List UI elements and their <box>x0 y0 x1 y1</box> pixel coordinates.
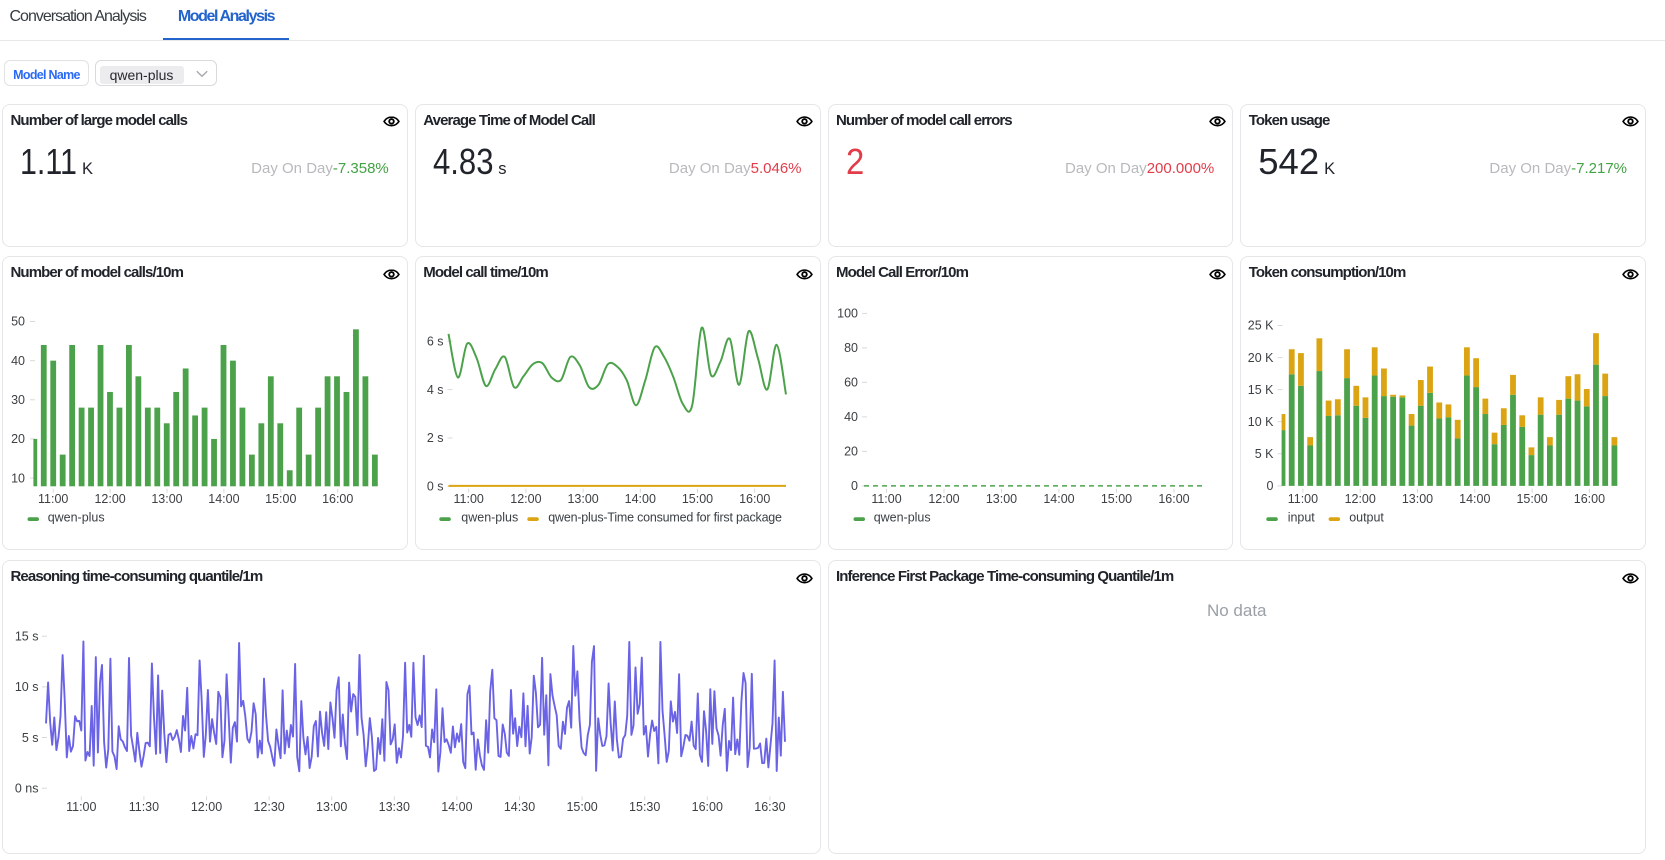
svg-text:15 K: 15 K <box>1248 383 1274 397</box>
svg-text:12:00: 12:00 <box>928 492 959 506</box>
svg-text:16:00: 16:00 <box>1574 492 1605 506</box>
svg-text:5 s: 5 s <box>22 731 39 745</box>
svg-text:0: 0 <box>1267 479 1274 493</box>
svg-text:12:00: 12:00 <box>94 492 125 506</box>
svg-text:11:30: 11:30 <box>129 800 159 814</box>
svg-text:qwen-plus-Time consumed for fi: qwen-plus-Time consumed for first packag… <box>548 511 782 525</box>
svg-text:15:30: 15:30 <box>629 800 660 814</box>
svg-text:14:00: 14:00 <box>1459 492 1490 506</box>
svg-text:13:00: 13:00 <box>1402 492 1433 506</box>
svg-text:12:00: 12:00 <box>191 800 222 814</box>
svg-text:16:00: 16:00 <box>1158 492 1189 506</box>
svg-text:13:30: 13:30 <box>379 800 410 814</box>
svg-text:50: 50 <box>11 315 25 329</box>
svg-text:qwen-plus: qwen-plus <box>461 511 518 525</box>
svg-text:2 s: 2 s <box>427 431 444 445</box>
svg-text:6 s: 6 s <box>427 335 444 349</box>
svg-text:14:30: 14:30 <box>504 800 535 814</box>
svg-text:40: 40 <box>844 410 858 424</box>
svg-text:20: 20 <box>844 445 858 459</box>
svg-text:15:00: 15:00 <box>1100 492 1131 506</box>
svg-text:12:30: 12:30 <box>253 800 284 814</box>
svg-text:16:00: 16:00 <box>322 492 353 506</box>
svg-text:14:00: 14:00 <box>208 492 239 506</box>
svg-text:qwen-plus: qwen-plus <box>873 511 930 525</box>
svg-text:16:30: 16:30 <box>754 800 785 814</box>
svg-text:15:00: 15:00 <box>682 492 713 506</box>
svg-text:30: 30 <box>11 393 25 407</box>
svg-text:12:00: 12:00 <box>1345 492 1376 506</box>
svg-text:14:00: 14:00 <box>624 492 655 506</box>
svg-text:5 K: 5 K <box>1255 447 1274 461</box>
svg-text:0: 0 <box>851 479 858 493</box>
svg-text:11:00: 11:00 <box>66 800 96 814</box>
svg-text:16:00: 16:00 <box>692 800 723 814</box>
svg-text:80: 80 <box>844 341 858 355</box>
svg-text:40: 40 <box>11 354 25 368</box>
svg-text:4 s: 4 s <box>427 383 444 397</box>
svg-text:15:00: 15:00 <box>265 492 296 506</box>
svg-text:10: 10 <box>11 472 25 486</box>
svg-text:25 K: 25 K <box>1248 319 1274 333</box>
svg-text:100: 100 <box>837 307 858 321</box>
svg-text:15:00: 15:00 <box>566 800 597 814</box>
svg-text:13:00: 13:00 <box>567 492 598 506</box>
svg-text:14:00: 14:00 <box>441 800 472 814</box>
svg-text:output: output <box>1349 511 1384 525</box>
svg-text:11:00: 11:00 <box>871 492 901 506</box>
svg-text:14:00: 14:00 <box>1043 492 1074 506</box>
svg-text:10 K: 10 K <box>1248 415 1274 429</box>
svg-text:12:00: 12:00 <box>510 492 541 506</box>
svg-text:13:00: 13:00 <box>151 492 182 506</box>
svg-text:60: 60 <box>844 376 858 390</box>
svg-text:11:00: 11:00 <box>1288 492 1318 506</box>
svg-text:0 s: 0 s <box>427 480 444 494</box>
svg-text:qwen-plus: qwen-plus <box>48 511 105 525</box>
svg-text:13:00: 13:00 <box>985 492 1016 506</box>
svg-text:0 ns: 0 ns <box>15 782 39 796</box>
svg-text:15 s: 15 s <box>15 630 39 644</box>
svg-text:13:00: 13:00 <box>316 800 347 814</box>
svg-text:11:00: 11:00 <box>38 492 68 506</box>
svg-text:11:00: 11:00 <box>453 492 483 506</box>
svg-text:input: input <box>1288 511 1316 525</box>
svg-text:16:00: 16:00 <box>739 492 770 506</box>
svg-text:10 s: 10 s <box>15 680 39 694</box>
svg-text:15:00: 15:00 <box>1517 492 1548 506</box>
svg-text:20 K: 20 K <box>1248 351 1274 365</box>
svg-text:20: 20 <box>11 432 25 446</box>
